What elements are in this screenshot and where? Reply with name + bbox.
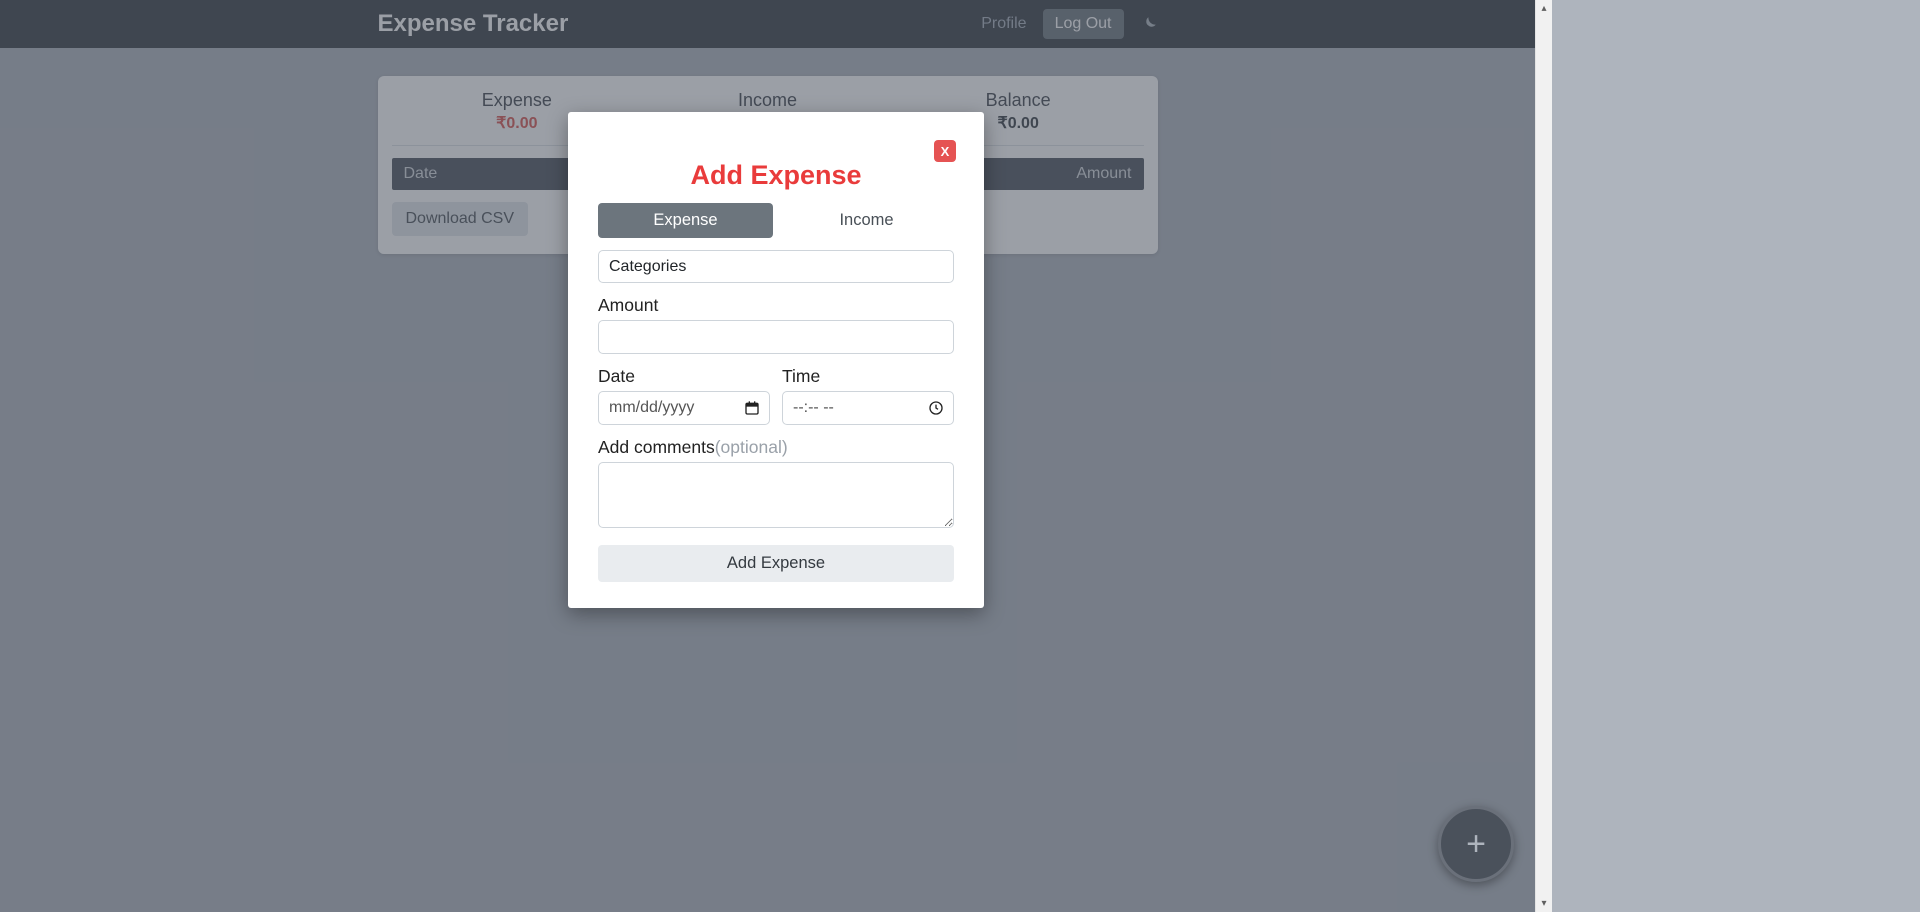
comments-label: Add comments(optional): [598, 437, 954, 458]
modal-overlay: X Add Expense Expense Income Categories …: [0, 0, 1552, 912]
scroll-up-arrow[interactable]: ▴: [1536, 0, 1552, 17]
tab-income[interactable]: Income: [779, 203, 954, 238]
scroll-down-arrow[interactable]: ▾: [1536, 895, 1552, 912]
add-fab-button[interactable]: +: [1438, 806, 1514, 882]
vertical-scrollbar[interactable]: ▴ ▾: [1535, 0, 1552, 912]
tab-expense[interactable]: Expense: [598, 203, 773, 238]
comments-textarea[interactable]: [598, 462, 954, 528]
add-expense-modal: X Add Expense Expense Income Categories …: [568, 112, 984, 608]
modal-title: Add Expense: [568, 112, 984, 191]
close-modal-button[interactable]: X: [934, 140, 956, 162]
time-label: Time: [782, 366, 954, 387]
time-input[interactable]: [782, 391, 954, 425]
amount-label: Amount: [598, 295, 954, 316]
categories-select[interactable]: Categories: [598, 250, 954, 283]
add-expense-submit-button[interactable]: Add Expense: [598, 545, 954, 582]
plus-icon: +: [1466, 825, 1486, 864]
date-input[interactable]: [598, 391, 770, 425]
amount-input[interactable]: [598, 320, 954, 354]
date-label: Date: [598, 366, 770, 387]
